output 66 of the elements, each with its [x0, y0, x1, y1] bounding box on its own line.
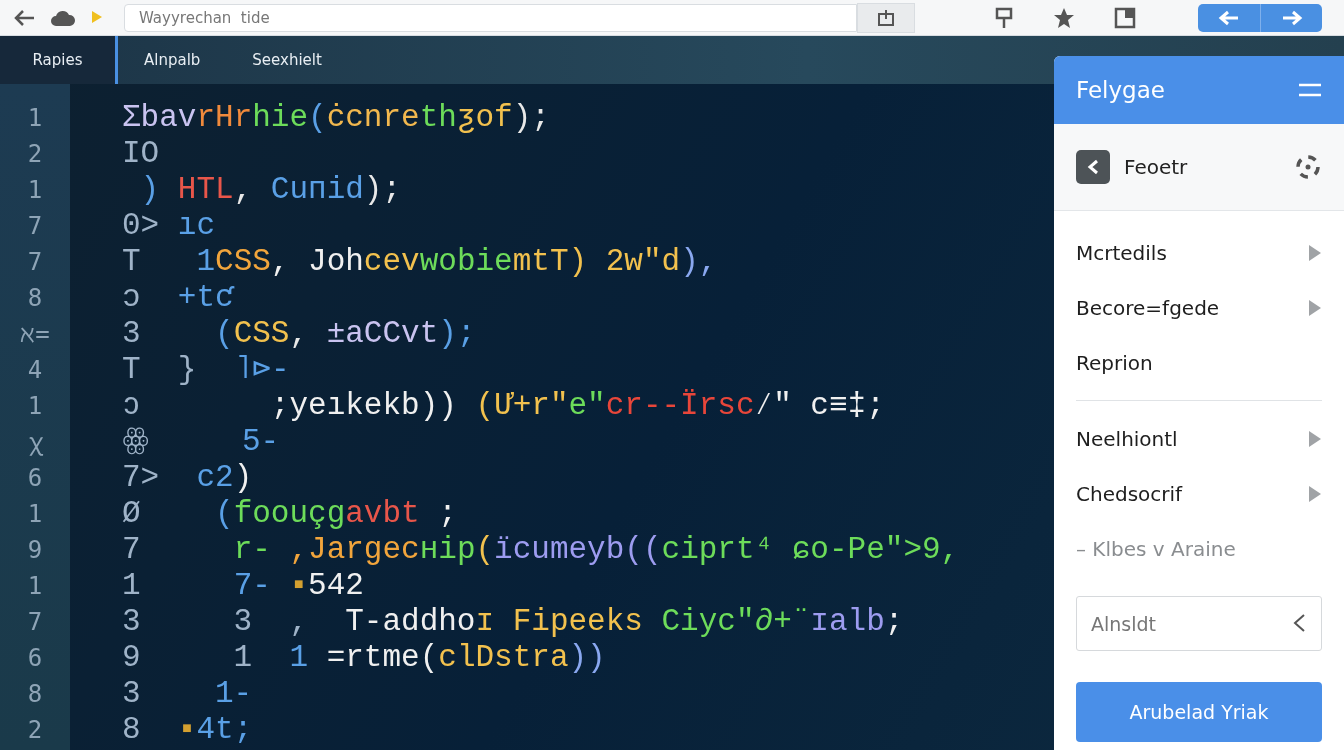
code-line: 7 r- ,Jargecʜip(ïcumeyb((ciprt⁴ ɕo-Pe">9, — [122, 532, 960, 568]
line-number: 7 — [26, 247, 44, 278]
code-line: 8 ▪4t; — [122, 712, 254, 748]
submenu-arrow-icon — [1308, 243, 1322, 262]
back-button[interactable] — [1076, 150, 1110, 184]
code-line: T } ˥⊳- — [122, 352, 291, 388]
line-number: ꭓ — [27, 427, 44, 458]
line-number: 1 — [26, 571, 44, 602]
menu-item[interactable]: Chedsocrif — [1076, 466, 1322, 521]
menu-item[interactable]: Reprion — [1076, 335, 1322, 390]
menu-icon[interactable] — [1298, 83, 1322, 97]
cloud-icon[interactable] — [50, 8, 76, 27]
code-line: T 1CSS, JohcevwobiemtT) 2w"d), — [122, 244, 719, 280]
line-number: 7 — [26, 607, 44, 638]
submenu-arrow-icon — [1308, 298, 1322, 317]
chevron-left-icon[interactable] — [1292, 613, 1306, 633]
line-number: 1 — [26, 103, 44, 134]
line-number: 7 — [26, 211, 44, 242]
code-line: 3 (CSS, ±aCCvt); — [122, 316, 477, 352]
back-arrow-icon[interactable] — [14, 8, 36, 27]
star-icon[interactable] — [1052, 6, 1076, 29]
code-line: ) HTL, Cuпid); — [139, 172, 403, 208]
line-number: 1 — [26, 391, 44, 422]
chevron-left-icon — [1086, 159, 1100, 175]
line-number: 2 — [26, 139, 44, 170]
line-number: 8 — [26, 679, 44, 710]
share-icon — [877, 8, 895, 27]
editor-tab[interactable]: Alnpalb — [118, 36, 227, 84]
code-line: 1 7- ▪542 — [122, 568, 365, 604]
line-number: 9 — [26, 535, 44, 566]
line-number: 6 — [26, 643, 44, 674]
back-arrow-icon — [1218, 9, 1240, 26]
menu-item[interactable]: Becore=fgede — [1076, 280, 1322, 335]
address-field[interactable]: Wayyrechan tide — [124, 3, 857, 32]
editor-tab[interactable]: Rapies — [0, 36, 118, 84]
menu-item[interactable]: Neelhiontl — [1076, 411, 1322, 466]
submenu-arrow-icon — [1308, 484, 1322, 503]
line-number: 6 — [26, 463, 44, 494]
line-number: 1 — [26, 175, 44, 206]
line-number: 8 — [26, 283, 44, 314]
share-button[interactable] — [857, 2, 915, 33]
code-line: ΣbavrHrhie(ċcnrethƺof); — [122, 100, 551, 136]
code-line: 3 1- — [122, 676, 254, 712]
panel-subtitle: Feoetr — [1124, 155, 1189, 179]
code-line: ɔ +tƈ — [122, 280, 236, 316]
line-number: 1 — [26, 499, 44, 530]
panel-title: Felygae — [1076, 77, 1165, 103]
forward-arrow-icon — [1280, 9, 1303, 26]
focus-icon[interactable] — [1294, 153, 1322, 181]
code-line: 7> c2) — [122, 460, 254, 496]
code-line: 9 1 1 =rtme(clDstra)) — [122, 640, 607, 676]
editor-tab[interactable]: Seexhielt — [226, 36, 348, 84]
code-line: IO — [122, 136, 161, 172]
pin-icon[interactable] — [994, 6, 1014, 29]
input-field[interactable]: Alnsldt — [1076, 596, 1322, 651]
menu-item[interactable]: Mcrtedils — [1076, 225, 1322, 280]
code-line: 3 3 , T-addhoɪ Fipeeks Ciyc"∂+¨ɪalb; — [122, 604, 905, 640]
code-line: 0> ıc — [122, 208, 217, 244]
line-number: 2 — [26, 715, 44, 746]
submenu-arrow-icon — [1308, 429, 1322, 448]
code-line: ↄ ;yeıkekb)) (Ư+r"e"cr--Ïrsc⁄" c≡‡; — [122, 388, 886, 424]
window-icon[interactable] — [1114, 6, 1136, 29]
line-number: ℵ= — [19, 319, 51, 350]
line-number: 4 — [26, 355, 44, 386]
code-line: ꙮ 5- — [122, 424, 281, 460]
code-line: Ø (foouçgavbt ; — [122, 496, 458, 532]
